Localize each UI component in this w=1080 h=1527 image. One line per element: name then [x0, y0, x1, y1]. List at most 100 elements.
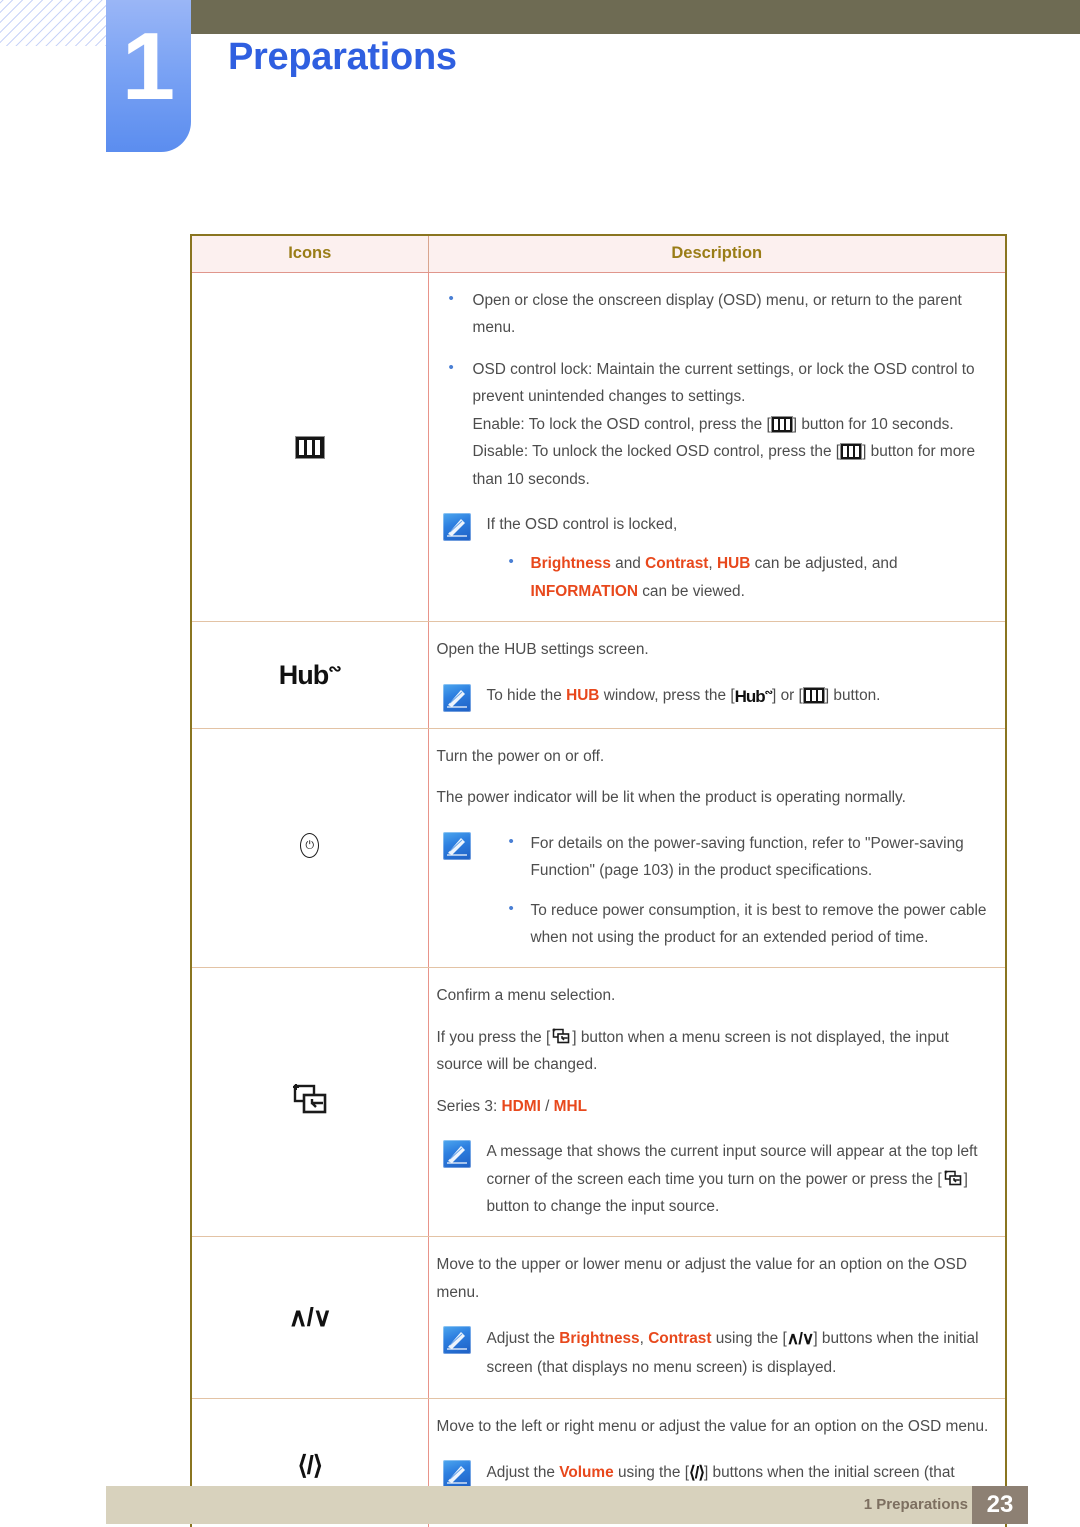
note-block: If the OSD control is locked, Brightness…: [437, 511, 996, 605]
note-pre: Adjust the: [486, 1330, 560, 1348]
footer-label: 1 Preparations: [863, 1496, 968, 1513]
list-item: Open or close the onscreen display (OSD)…: [437, 286, 996, 342]
term-brightness: Brightness: [559, 1330, 640, 1348]
button-reference-table: Icons Description Open or close the onsc…: [190, 234, 1007, 1527]
up-down-icon: ∧/∨: [288, 1302, 332, 1333]
icon-cell: [192, 967, 429, 1238]
disable-text-pre: Disable: To unlock the locked OSD contro…: [472, 443, 841, 461]
line-pre: If you press the [: [436, 1028, 551, 1046]
list-item-text: OSD control lock: Maintain the current s…: [472, 360, 975, 406]
enable-text-post: ] button for 10 seconds.: [792, 415, 954, 433]
icon-cell: [192, 272, 429, 623]
note-pre: To hide the: [486, 686, 567, 704]
note-block: Adjust the Brightness, Contrast using th…: [437, 1324, 996, 1382]
note-bullet-list: For details on the power-saving function…: [487, 829, 996, 952]
osd-menu-icon: [840, 443, 863, 461]
note-block: For details on the power-saving function…: [437, 829, 996, 952]
description-line: The power indicator will be lit when the…: [436, 789, 906, 807]
note-pencil-icon: [442, 683, 471, 712]
manual-page: 1 Preparations Icons Description Open or…: [0, 0, 1080, 1527]
note-block: To hide the HUB window, press the [Hub∾]…: [437, 682, 996, 712]
mid-text: can be adjusted, and: [750, 555, 898, 573]
source-enter-icon: [550, 1028, 572, 1046]
table-row: ∧/∨ Move to the upper or lower menu or a…: [192, 1236, 1005, 1399]
header-olive-bar: [190, 0, 1080, 34]
up-down-icon: ∧/∨: [786, 1329, 815, 1349]
column-header-description: Description: [428, 236, 1005, 273]
note-mid: window, press the [: [599, 686, 735, 704]
note-pencil-icon: [442, 512, 471, 541]
list-item: For details on the power-saving function…: [487, 829, 996, 885]
list-item: To reduce power consumption, it is best …: [487, 896, 996, 952]
left-right-icon: ⟨/⟩: [688, 1463, 705, 1483]
power-icon: [300, 833, 320, 859]
conjunction: and: [610, 555, 646, 573]
note-block: A message that shows the current input s…: [437, 1138, 996, 1220]
note-bullet-list: Brightness and Contrast, HUB can be adju…: [487, 549, 996, 605]
note-text: A message that shows the current input s…: [487, 1138, 996, 1220]
osd-menu-icon: [770, 415, 793, 433]
note-pencil-icon: [442, 1140, 471, 1169]
description-line: Move to the upper or lower menu or adjus…: [436, 1256, 967, 1301]
chapter-number-badge: 1: [106, 0, 191, 152]
term-contrast: Contrast: [648, 1330, 712, 1348]
separator: ,: [708, 555, 717, 573]
note-mid: using the [: [711, 1330, 787, 1348]
bullet-list: Open or close the onscreen display (OSD)…: [437, 286, 996, 493]
term-information: INFORMATION: [530, 582, 638, 600]
table-header-row: Icons Description: [192, 236, 1005, 273]
description-line: Move to the left or right menu or adjust…: [436, 1417, 989, 1435]
note-text: Adjust the Brightness, Contrast using th…: [487, 1324, 996, 1382]
note-pencil-icon: [442, 831, 471, 860]
osd-menu-icon: [294, 435, 325, 459]
series-line: Series 3: HDMI / MHL: [437, 1093, 996, 1120]
description-cell: Open or close the onscreen display (OSD)…: [428, 272, 1005, 623]
term-hdmi: HDMI: [501, 1097, 541, 1115]
icon-cell: [192, 728, 429, 969]
icon-cell: Hub∾: [192, 621, 429, 729]
note-or: ] or [: [772, 686, 803, 704]
description-cell: Move to the upper or lower menu or adjus…: [428, 1236, 1005, 1399]
column-header-icons: Icons: [192, 236, 429, 273]
term-contrast: Contrast: [645, 555, 709, 573]
end-text: can be viewed.: [637, 582, 745, 600]
page-number: 23: [972, 1486, 1028, 1524]
icon-cell: ∧/∨: [192, 1236, 429, 1399]
description-line: Turn the power on or off.: [436, 747, 605, 765]
note-mid: using the [: [613, 1464, 689, 1482]
table-row: Open or close the onscreen display (OSD)…: [192, 272, 1005, 623]
list-item: OSD control lock: Maintain the current s…: [437, 355, 996, 493]
note-comma: ,: [639, 1330, 649, 1348]
term-brightness: Brightness: [530, 555, 611, 573]
description-cell: Turn the power on or off. The power indi…: [428, 728, 1005, 969]
term-hub: HUB: [566, 686, 600, 704]
note-pre: A message that shows the current input s…: [486, 1143, 978, 1188]
table-row: Hub∾ Open the HUB settings screen. To hi…: [192, 621, 1005, 729]
note-pre: Adjust the: [486, 1464, 560, 1482]
left-right-icon: ⟨/⟩: [297, 1449, 322, 1480]
source-enter-icon: [290, 1083, 330, 1123]
decorative-hatch-pattern: [0, 0, 106, 46]
note-pencil-icon: [442, 1326, 471, 1355]
term-volume: Volume: [559, 1464, 614, 1482]
description-line: Confirm a menu selection.: [436, 987, 616, 1005]
note-text: If the OSD control is locked,: [486, 515, 678, 533]
page-title: Preparations: [228, 36, 457, 78]
term-mhl: MHL: [553, 1097, 588, 1115]
note-post: ] button.: [824, 686, 881, 704]
note-pencil-icon: [442, 1460, 471, 1489]
osd-menu-icon: [802, 686, 825, 704]
description-line: If you press the [] button when a menu s…: [437, 1024, 996, 1079]
hub-icon: Hub∾: [278, 660, 342, 691]
table-row: Turn the power on or off. The power indi…: [192, 728, 1005, 969]
hub-icon: Hub∾: [734, 686, 773, 706]
term-hub: HUB: [716, 555, 751, 573]
series-label: Series 3:: [436, 1097, 502, 1115]
description-cell: Open the HUB settings screen. To hide th…: [428, 621, 1005, 729]
description-line: Open the HUB settings screen.: [436, 641, 649, 659]
series-slash: /: [540, 1097, 554, 1115]
table-row: Confirm a menu selection. If you press t…: [192, 967, 1005, 1238]
description-cell: Confirm a menu selection. If you press t…: [428, 967, 1005, 1238]
note-text: To hide the HUB window, press the [Hub∾]…: [487, 682, 996, 712]
source-enter-icon: [942, 1170, 964, 1188]
